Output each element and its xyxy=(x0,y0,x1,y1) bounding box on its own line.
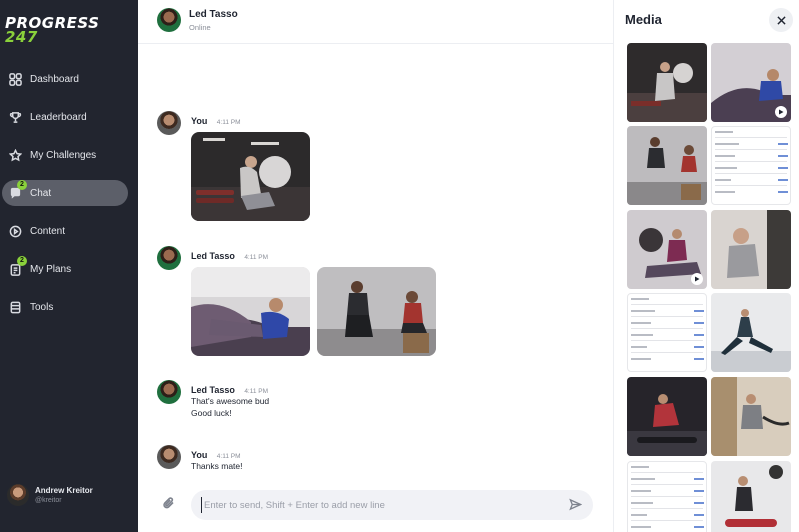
message-sender: You xyxy=(191,450,208,460)
send-icon[interactable] xyxy=(569,498,583,512)
media-document-thumb[interactable] xyxy=(627,461,707,532)
sidebar-item-label: Tools xyxy=(30,301,54,313)
avatar xyxy=(157,246,181,270)
play-circle-icon xyxy=(8,224,22,238)
play-icon xyxy=(691,273,703,285)
message-sender: Led Tasso xyxy=(191,385,235,395)
media-panel: Media xyxy=(613,0,799,532)
logo-line-2: 247 xyxy=(5,28,38,46)
message-photo[interactable] xyxy=(191,132,310,221)
media-thumb[interactable] xyxy=(627,210,707,289)
message-composer xyxy=(138,486,613,524)
media-title: Media xyxy=(625,12,662,27)
attach-icon[interactable] xyxy=(162,496,178,512)
media-thumb[interactable] xyxy=(711,293,791,372)
sidebar-item-label: Chat xyxy=(30,187,52,199)
media-document-thumb[interactable] xyxy=(711,126,791,205)
chat-panel: Led Tasso Online You 4:11 PM Led Tasso 4… xyxy=(138,0,613,532)
sidebar-item-label: Leaderboard xyxy=(30,111,87,123)
message-line: That's awesome bud xyxy=(191,396,270,406)
media-thumb[interactable] xyxy=(711,210,791,289)
app-logo[interactable]: PROGRESS 247 xyxy=(5,16,99,46)
clipboard-icon: 2 xyxy=(8,256,27,276)
trophy-icon xyxy=(8,110,22,124)
contact-name: Led Tasso xyxy=(189,9,238,20)
media-thumb[interactable] xyxy=(627,126,707,205)
sidebar-item-leaderboard[interactable]: Leaderboard xyxy=(2,104,128,130)
avatar xyxy=(157,111,181,135)
current-user[interactable]: Andrew Kreitor @kreitor xyxy=(7,484,93,506)
message-line: Thanks mate! xyxy=(191,461,243,471)
media-thumb[interactable] xyxy=(627,377,707,456)
grid-icon xyxy=(8,72,22,86)
message-time: 4:11 PM xyxy=(216,453,241,460)
close-media-button[interactable] xyxy=(769,8,793,32)
star-icon xyxy=(8,148,22,162)
sidebar: PROGRESS 247 Dashboard Leaderboard My Ch… xyxy=(0,0,138,532)
sidebar-item-tools[interactable]: Tools xyxy=(2,294,128,320)
user-handle: @kreitor xyxy=(35,497,62,504)
message-time: 4:11 PM xyxy=(244,388,269,395)
close-icon xyxy=(776,15,786,25)
user-name: Andrew Kreitor xyxy=(35,486,93,495)
tools-icon xyxy=(8,300,22,314)
media-thumb[interactable] xyxy=(627,43,707,122)
play-icon xyxy=(775,106,787,118)
message-time: 4:11 PM xyxy=(216,119,241,126)
message-time: 4:11 PM xyxy=(244,254,269,261)
message-text: Thanks mate! xyxy=(191,460,243,472)
media-thumb[interactable] xyxy=(711,461,791,532)
avatar xyxy=(157,445,181,469)
sidebar-item-my-challenges[interactable]: My Challenges xyxy=(2,142,128,168)
avatar xyxy=(157,380,181,404)
message-sender: You xyxy=(191,116,208,126)
sidebar-item-my-plans[interactable]: 2 My Plans xyxy=(2,256,128,282)
avatar xyxy=(7,484,29,506)
chat-header: Led Tasso Online xyxy=(138,0,613,44)
contact-status: Online xyxy=(189,23,211,32)
message-text: That's awesome bud Good luck! xyxy=(191,395,269,419)
sidebar-nav: Dashboard Leaderboard My Challenges 2 Ch… xyxy=(0,66,138,332)
plans-badge: 2 xyxy=(17,256,27,266)
message-input-wrapper xyxy=(191,490,593,520)
media-thumb[interactable] xyxy=(711,43,791,122)
media-document-thumb[interactable] xyxy=(627,293,707,372)
sidebar-item-label: Content xyxy=(30,225,66,237)
message-line: Good luck! xyxy=(191,408,232,418)
sidebar-item-label: Dashboard xyxy=(30,73,79,85)
message-photo[interactable] xyxy=(191,267,310,356)
message-sender: Led Tasso xyxy=(191,251,235,261)
chat-icon: 2 xyxy=(8,180,27,200)
sidebar-item-label: My Challenges xyxy=(30,149,97,161)
sidebar-item-label: My Plans xyxy=(30,263,72,275)
sidebar-item-dashboard[interactable]: Dashboard xyxy=(2,66,128,92)
message-photo[interactable] xyxy=(317,267,436,356)
media-thumb[interactable] xyxy=(711,377,791,456)
chat-unread-badge: 2 xyxy=(17,180,27,190)
sidebar-item-chat[interactable]: 2 Chat xyxy=(2,180,128,206)
message-input[interactable] xyxy=(201,497,551,513)
contact-avatar[interactable] xyxy=(157,8,181,32)
sidebar-item-content[interactable]: Content xyxy=(2,218,128,244)
